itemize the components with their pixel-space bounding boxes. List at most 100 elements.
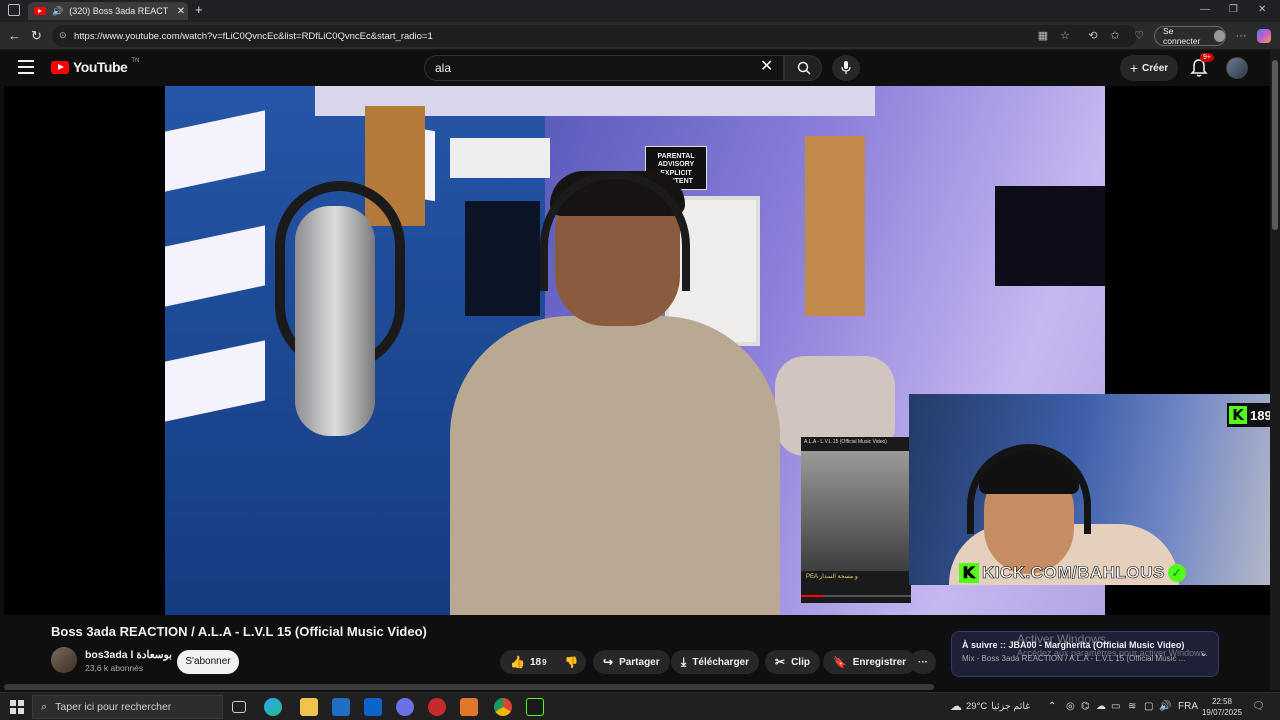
close-window-icon[interactable]: ✕ (1258, 4, 1266, 15)
download-button[interactable]: ⤓ Télécharger (671, 650, 760, 674)
share-button[interactable]: ↪ Partager (593, 650, 670, 674)
microphone-icon (841, 61, 851, 74)
clock[interactable]: 22:58 19/07/2025 (1198, 696, 1246, 718)
subscribe-button[interactable]: S'abonner (177, 650, 239, 674)
download-icon: ⤓ (681, 654, 687, 669)
close-tab-icon[interactable]: ✕ (174, 6, 188, 17)
channel-name[interactable]: bos3ada l بوسعادة (85, 649, 172, 661)
youtube-favicon-icon (34, 7, 46, 15)
speaker-box (995, 186, 1105, 286)
tray-app-icon[interactable]: ◎ (1066, 701, 1075, 712)
app-icon[interactable] (460, 698, 478, 716)
share-label: Partager (619, 656, 660, 668)
poster (465, 201, 540, 316)
thumbs-down-icon: 👎 (564, 656, 579, 669)
weather-widget[interactable]: ☁ 29°C غائم جزئيا (950, 699, 1030, 713)
chevron-up-icon[interactable]: ⌃ (1048, 701, 1056, 712)
speaker-icon[interactable]: 🔊 (52, 6, 63, 17)
wifi-icon[interactable]: ≋ (1128, 701, 1136, 712)
dislike-button[interactable]: 👎 (565, 656, 579, 669)
like-button[interactable]: 👍 18 9 (510, 655, 547, 669)
reload-icon[interactable]: ↻ (31, 28, 42, 44)
display-icon[interactable]: ▢ (1144, 701, 1153, 712)
like-dislike-group: 👍 18 9 👎 (500, 650, 586, 674)
youtube-logo[interactable]: YouTube TN (51, 58, 139, 75)
task-view-icon[interactable] (232, 701, 246, 713)
minimize-icon[interactable]: — (1200, 4, 1210, 15)
edge-browser-icon[interactable] (264, 698, 282, 716)
create-button[interactable]: + Créer (1120, 55, 1178, 81)
network-icon[interactable]: ⌬ (1081, 701, 1090, 712)
site-info-icon[interactable]: ⊙ (59, 30, 67, 41)
search-query: ala (435, 61, 452, 75)
notifications-icon[interactable]: 🗨 (1252, 701, 1265, 712)
user-avatar[interactable] (1226, 57, 1248, 79)
copilot-icon[interactable] (1257, 29, 1271, 43)
app-icon[interactable] (526, 698, 544, 716)
cloud-icon[interactable]: ☁ (1096, 701, 1106, 712)
new-tab-icon[interactable]: + (195, 2, 203, 17)
browser-tab[interactable]: 🔊 (320) Boss 3ada REACTION / ✕ (28, 2, 188, 20)
video-player[interactable]: PARENTAL ADVISORY EXPLICIT CONTENT A.L.A… (4, 86, 1270, 615)
battery-icon[interactable]: ▭ (1111, 701, 1120, 712)
back-icon[interactable]: ← (8, 28, 21, 43)
save-button[interactable]: 🔖 Enregistrer (823, 650, 917, 674)
verified-check-icon: ✓ (1167, 564, 1186, 582)
source-video-subtitle: PEA و مسحة السدار (806, 574, 858, 580)
temperature: 29°C (966, 700, 988, 712)
source-video-frame (801, 451, 911, 571)
horizontal-scrollbar[interactable] (4, 684, 934, 690)
volume-icon[interactable]: 🔊 (1159, 701, 1171, 712)
person-shirt (450, 316, 780, 615)
studio-microphone (295, 206, 375, 436)
weather-text: غائم جزئيا (991, 700, 1031, 712)
clock-time: 22:58 (1211, 697, 1233, 706)
sign-in-label: Se connecter (1163, 26, 1201, 46)
discord-icon[interactable] (396, 698, 414, 716)
favorite-star-icon[interactable]: ☆ (1058, 29, 1072, 43)
browser-essentials-icon[interactable]: ♡ (1132, 29, 1146, 43)
kick-logo-icon: K (1229, 406, 1247, 424)
kick-viewer-number: 189 (1250, 407, 1270, 423)
store-icon[interactable] (332, 698, 350, 716)
app-icon[interactable] (428, 698, 446, 716)
search-button[interactable] (784, 55, 822, 81)
kick-url-text: KICK.COM/BAHLOUS (982, 563, 1165, 583)
url-text: https://www.youtube.com/watch?v=fLiC0Qvn… (74, 30, 433, 42)
sign-in-button[interactable]: Se connecter (1154, 26, 1226, 46)
maximize-icon[interactable]: ❐ (1229, 4, 1238, 15)
taskbar-search-placeholder: Taper ici pour rechercher (55, 701, 172, 713)
favorites-icon[interactable]: ✩ (1108, 29, 1122, 43)
voice-search-button[interactable] (832, 55, 860, 81)
tab-actions-icon[interactable] (8, 4, 20, 16)
streamer-webcam (909, 394, 1270, 585)
url-field[interactable]: ⊙ https://www.youtube.com/watch?v=fLiC0Q… (52, 25, 1137, 47)
video-title: Boss 3ada REACTION / A.L.A - L.V.L 15 (O… (51, 624, 427, 639)
clip-button[interactable]: ✂ Clip (765, 650, 820, 674)
address-bar-row: ← ↻ ⊙ https://www.youtube.com/watch?v=fL… (0, 22, 1280, 50)
profile-icon (1213, 30, 1225, 42)
outlook-icon[interactable] (364, 698, 382, 716)
kick-logo-icon: K (959, 563, 979, 583)
chrome-icon[interactable] (494, 698, 512, 716)
windows-start-icon[interactable] (10, 700, 24, 714)
scrollbar-thumb[interactable] (1272, 60, 1278, 230)
subscriber-count: 23,6 k abonnés (85, 663, 144, 673)
thumbs-up-icon: 👍 (510, 655, 525, 669)
more-actions-button[interactable]: ··· (910, 650, 936, 674)
more-menu-icon[interactable]: ··· (1234, 29, 1248, 43)
channel-avatar[interactable] (51, 647, 77, 673)
clear-search-icon[interactable]: ✕ (760, 59, 773, 75)
youtube-logo-text: YouTube (73, 59, 128, 75)
menu-icon[interactable] (18, 60, 34, 74)
app-icon[interactable]: ▦ (1036, 29, 1050, 43)
windows-taskbar: ⌕ Taper ici pour rechercher ☁ 29°C غائم … (0, 692, 1280, 720)
browser-tab-bar: 🔊 (320) Boss 3ada REACTION / ✕ + — ❐ ✕ (0, 0, 1280, 22)
extensions-icon[interactable]: ⟲ (1086, 29, 1100, 43)
create-label: Créer (1142, 62, 1169, 74)
file-explorer-icon[interactable] (300, 698, 318, 716)
taskbar-search-box[interactable]: ⌕ Taper ici pour rechercher (32, 695, 223, 719)
youtube-masthead: YouTube TN ala ✕ + Créer 9+ (0, 50, 1280, 86)
language-indicator[interactable]: FRA (1178, 701, 1198, 712)
search-input[interactable]: ala (424, 55, 784, 81)
